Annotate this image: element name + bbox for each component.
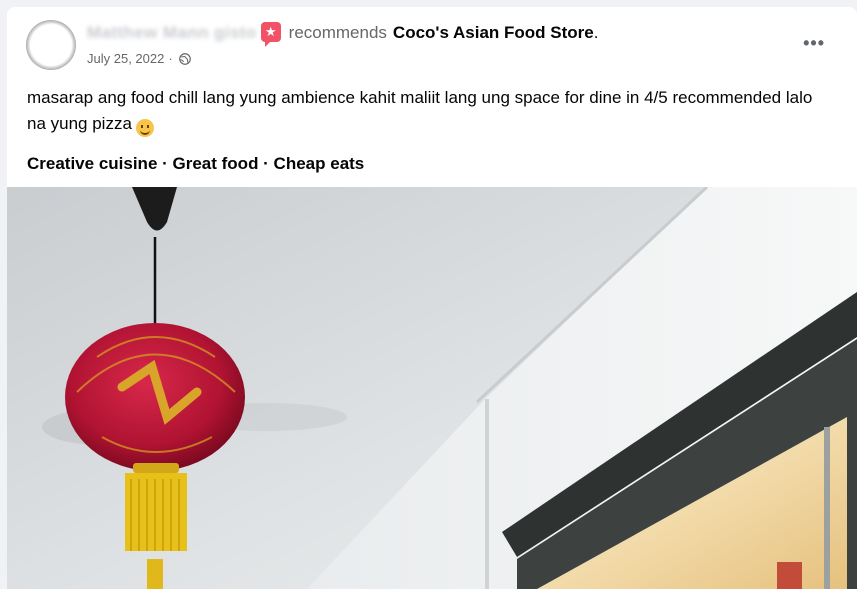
avatar[interactable]: [26, 20, 76, 70]
post-date[interactable]: July 25, 2022: [87, 51, 164, 66]
post-card: Matthew Mann gisto ★ recommends Coco's A…: [7, 7, 857, 589]
place-link[interactable]: Coco's Asian Food Store: [393, 23, 594, 43]
author-name[interactable]: Matthew Mann gisto: [87, 23, 257, 43]
review-tags: Creative cuisine · Great food · Cheap ea…: [27, 154, 365, 173]
meta-separator: ·: [168, 51, 173, 66]
post-header: Matthew Mann gisto ★ recommends Coco's A…: [87, 22, 599, 47]
photo-scene: [7, 187, 857, 589]
more-options-button[interactable]: •••: [803, 33, 825, 54]
review-text: masarap ang food chill lang yung ambienc…: [27, 85, 827, 137]
author-first-part: Matthew Mann: [87, 23, 209, 42]
post-meta: July 25, 2022 ·: [87, 51, 191, 66]
slightly-smiling-face-emoji: 🙂: [135, 119, 154, 137]
post-photo[interactable]: [7, 187, 857, 589]
author-second-part: gisto: [214, 23, 257, 42]
recommend-flag-icon: ★: [260, 22, 281, 47]
header-period: .: [593, 23, 599, 42]
globe-icon: [178, 52, 191, 65]
recommends-text: recommends: [288, 23, 387, 42]
